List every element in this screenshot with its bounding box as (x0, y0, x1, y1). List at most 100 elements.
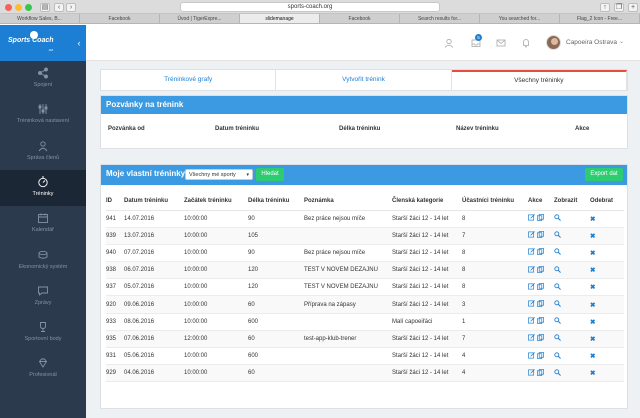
edit-icon[interactable] (528, 317, 535, 324)
maximize-window-button[interactable] (25, 4, 32, 11)
copy-icon[interactable] (536, 214, 544, 222)
close-icon[interactable]: ✖ (590, 250, 595, 257)
edit-icon[interactable] (528, 214, 535, 221)
edit-icon[interactable] (528, 351, 535, 359)
participants-link[interactable]: 7 (462, 227, 528, 245)
close-icon[interactable]: ✖ (590, 370, 595, 377)
copy-icon[interactable] (536, 368, 544, 376)
edit-icon[interactable] (528, 265, 535, 273)
browser-tab[interactable]: slidemanage (240, 14, 320, 23)
participants-link[interactable]: 4 (462, 347, 528, 366)
sidebar-item[interactable]: Zprávy (0, 279, 86, 315)
edit-icon[interactable] (528, 283, 535, 290)
close-icon[interactable]: ✖ (590, 267, 595, 274)
search-icon[interactable] (554, 248, 561, 256)
copy-icon[interactable] (536, 231, 544, 239)
search-icon[interactable] (554, 214, 561, 222)
new-tab-icon[interactable]: + (628, 3, 638, 12)
view-tab[interactable]: Všechny tréninky (451, 70, 627, 90)
edit-icon[interactable] (528, 248, 535, 255)
search-icon[interactable] (554, 231, 561, 239)
sport-filter-select[interactable]: Všechny mé sporty ▾ (185, 169, 253, 180)
close-window-button[interactable] (5, 4, 12, 11)
search-icon[interactable] (554, 283, 561, 290)
browser-tab[interactable]: Search results for... (400, 14, 480, 23)
view-tab[interactable]: Vytvořit trénink (276, 70, 452, 90)
search-icon[interactable] (554, 369, 561, 376)
table-row[interactable]: 931 05.06.2016 10:00:00 600 Starší žáci 12 -… (106, 347, 624, 366)
table-row[interactable]: 937 05.07.2016 10:00:00 120 TEST V NOVEM DEZ… (106, 278, 624, 297)
copy-icon[interactable] (536, 282, 544, 290)
participants-link[interactable]: 8 (462, 210, 528, 228)
close-icon[interactable]: ✖ (590, 284, 595, 291)
participants-link[interactable]: 4 (462, 364, 528, 383)
copy-icon[interactable] (536, 265, 544, 273)
participants-link[interactable]: 1 (462, 313, 528, 331)
search-icon[interactable] (554, 334, 561, 342)
browser-tab[interactable]: You searched for... (480, 14, 560, 23)
participants-link[interactable]: 3 (462, 295, 528, 314)
copy-icon[interactable] (536, 351, 544, 359)
user-name[interactable]: Capoeira Ostrava (566, 39, 617, 46)
participants-link[interactable]: 8 (462, 244, 528, 263)
view-tab[interactable]: Tréninkové grafy (101, 70, 277, 90)
table-row[interactable]: 933 08.06.2016 10:00:00 600 Malí capoeiřáci 1… (106, 313, 624, 331)
search-icon[interactable] (554, 351, 561, 359)
url-bar[interactable]: sports-coach.org (180, 2, 440, 12)
chevron-down-icon[interactable]: ⌄ (619, 38, 624, 45)
close-icon[interactable]: ✖ (590, 233, 595, 240)
avatar[interactable] (546, 35, 561, 50)
browser-tab[interactable]: Facebook (320, 14, 400, 23)
copy-icon[interactable] (536, 300, 544, 307)
sidebar-item[interactable]: Tréninková nastavení (0, 97, 86, 133)
close-icon[interactable]: ✖ (590, 353, 595, 360)
table-row[interactable]: 938 06.07.2016 10:00:00 120 TEST V NOVEM DEZ… (106, 261, 624, 280)
sidebar-item[interactable]: Správa členů (0, 134, 86, 170)
participants-link[interactable]: 7 (462, 330, 528, 349)
edit-icon[interactable] (528, 368, 535, 376)
copy-icon[interactable] (536, 317, 544, 325)
copy-icon[interactable] (536, 248, 544, 256)
sidebar-item[interactable]: Tréninky (0, 169, 86, 206)
edit-icon[interactable] (528, 231, 535, 238)
browser-tab[interactable]: Flag_2 Icon - Free... (560, 14, 640, 23)
search-icon[interactable] (554, 317, 561, 325)
close-icon[interactable]: ✖ (590, 336, 595, 343)
sidebar-item[interactable]: Profesionál (0, 351, 86, 387)
edit-icon[interactable] (528, 334, 535, 341)
browser-tab[interactable]: Facebook (80, 14, 160, 23)
table-row[interactable]: 935 07.06.2016 12:00:00 60 test-app-klub-tre… (106, 330, 624, 349)
edit-icon[interactable] (528, 300, 535, 307)
forward-icon[interactable]: › (66, 3, 76, 12)
sidebar-item[interactable]: Sportovní body (0, 315, 86, 351)
close-icon[interactable]: ✖ (590, 216, 595, 223)
browser-tab[interactable]: Workflow Sales, B... (0, 14, 80, 23)
collapse-sidebar-icon[interactable]: ‹ (73, 37, 85, 49)
search-button[interactable]: Hledat (256, 168, 284, 181)
search-icon[interactable] (554, 300, 561, 307)
table-row[interactable]: 929 04.06.2016 10:00:00 60 Starší žáci 12 - … (106, 364, 624, 383)
table-row[interactable]: 920 09.06.2016 10:00:00 60 Příprava na zápas… (106, 295, 624, 314)
back-icon[interactable]: ‹ (54, 3, 64, 12)
user-profile-icon[interactable] (444, 38, 454, 48)
tabs-overview-icon[interactable]: ❐ (614, 3, 624, 12)
share-icon[interactable]: ↑ (600, 3, 610, 12)
minimize-window-button[interactable] (15, 4, 22, 11)
search-icon[interactable] (554, 266, 561, 273)
bell-icon[interactable] (521, 38, 531, 48)
sidebar-item[interactable]: Spojení (0, 61, 86, 97)
browser-tab[interactable]: Úvod | TigerExpre... (160, 14, 240, 23)
close-icon[interactable]: ✖ (590, 319, 595, 326)
sidebar-item[interactable]: Kalendář (0, 206, 86, 242)
table-row[interactable]: 941 14.07.2016 10:00:00 90 Bez práce nejsou … (106, 210, 624, 228)
messages-icon[interactable] (496, 38, 506, 48)
participants-link[interactable]: 8 (462, 278, 528, 297)
participants-link[interactable]: 8 (462, 261, 528, 280)
table-row[interactable]: 940 07.07.2016 10:00:00 90 Bez práce nejsou … (106, 244, 624, 263)
copy-icon[interactable] (536, 334, 544, 342)
sidebar-toggle-icon[interactable]: ▤ (40, 3, 50, 12)
close-icon[interactable]: ✖ (590, 302, 595, 309)
sidebar-item[interactable]: Ekonomický systém (0, 243, 86, 279)
table-row[interactable]: 939 13.07.2016 10:00:00 105 Starší žáci 12 -… (106, 227, 624, 245)
export-data-button[interactable]: Export dat (585, 168, 623, 181)
